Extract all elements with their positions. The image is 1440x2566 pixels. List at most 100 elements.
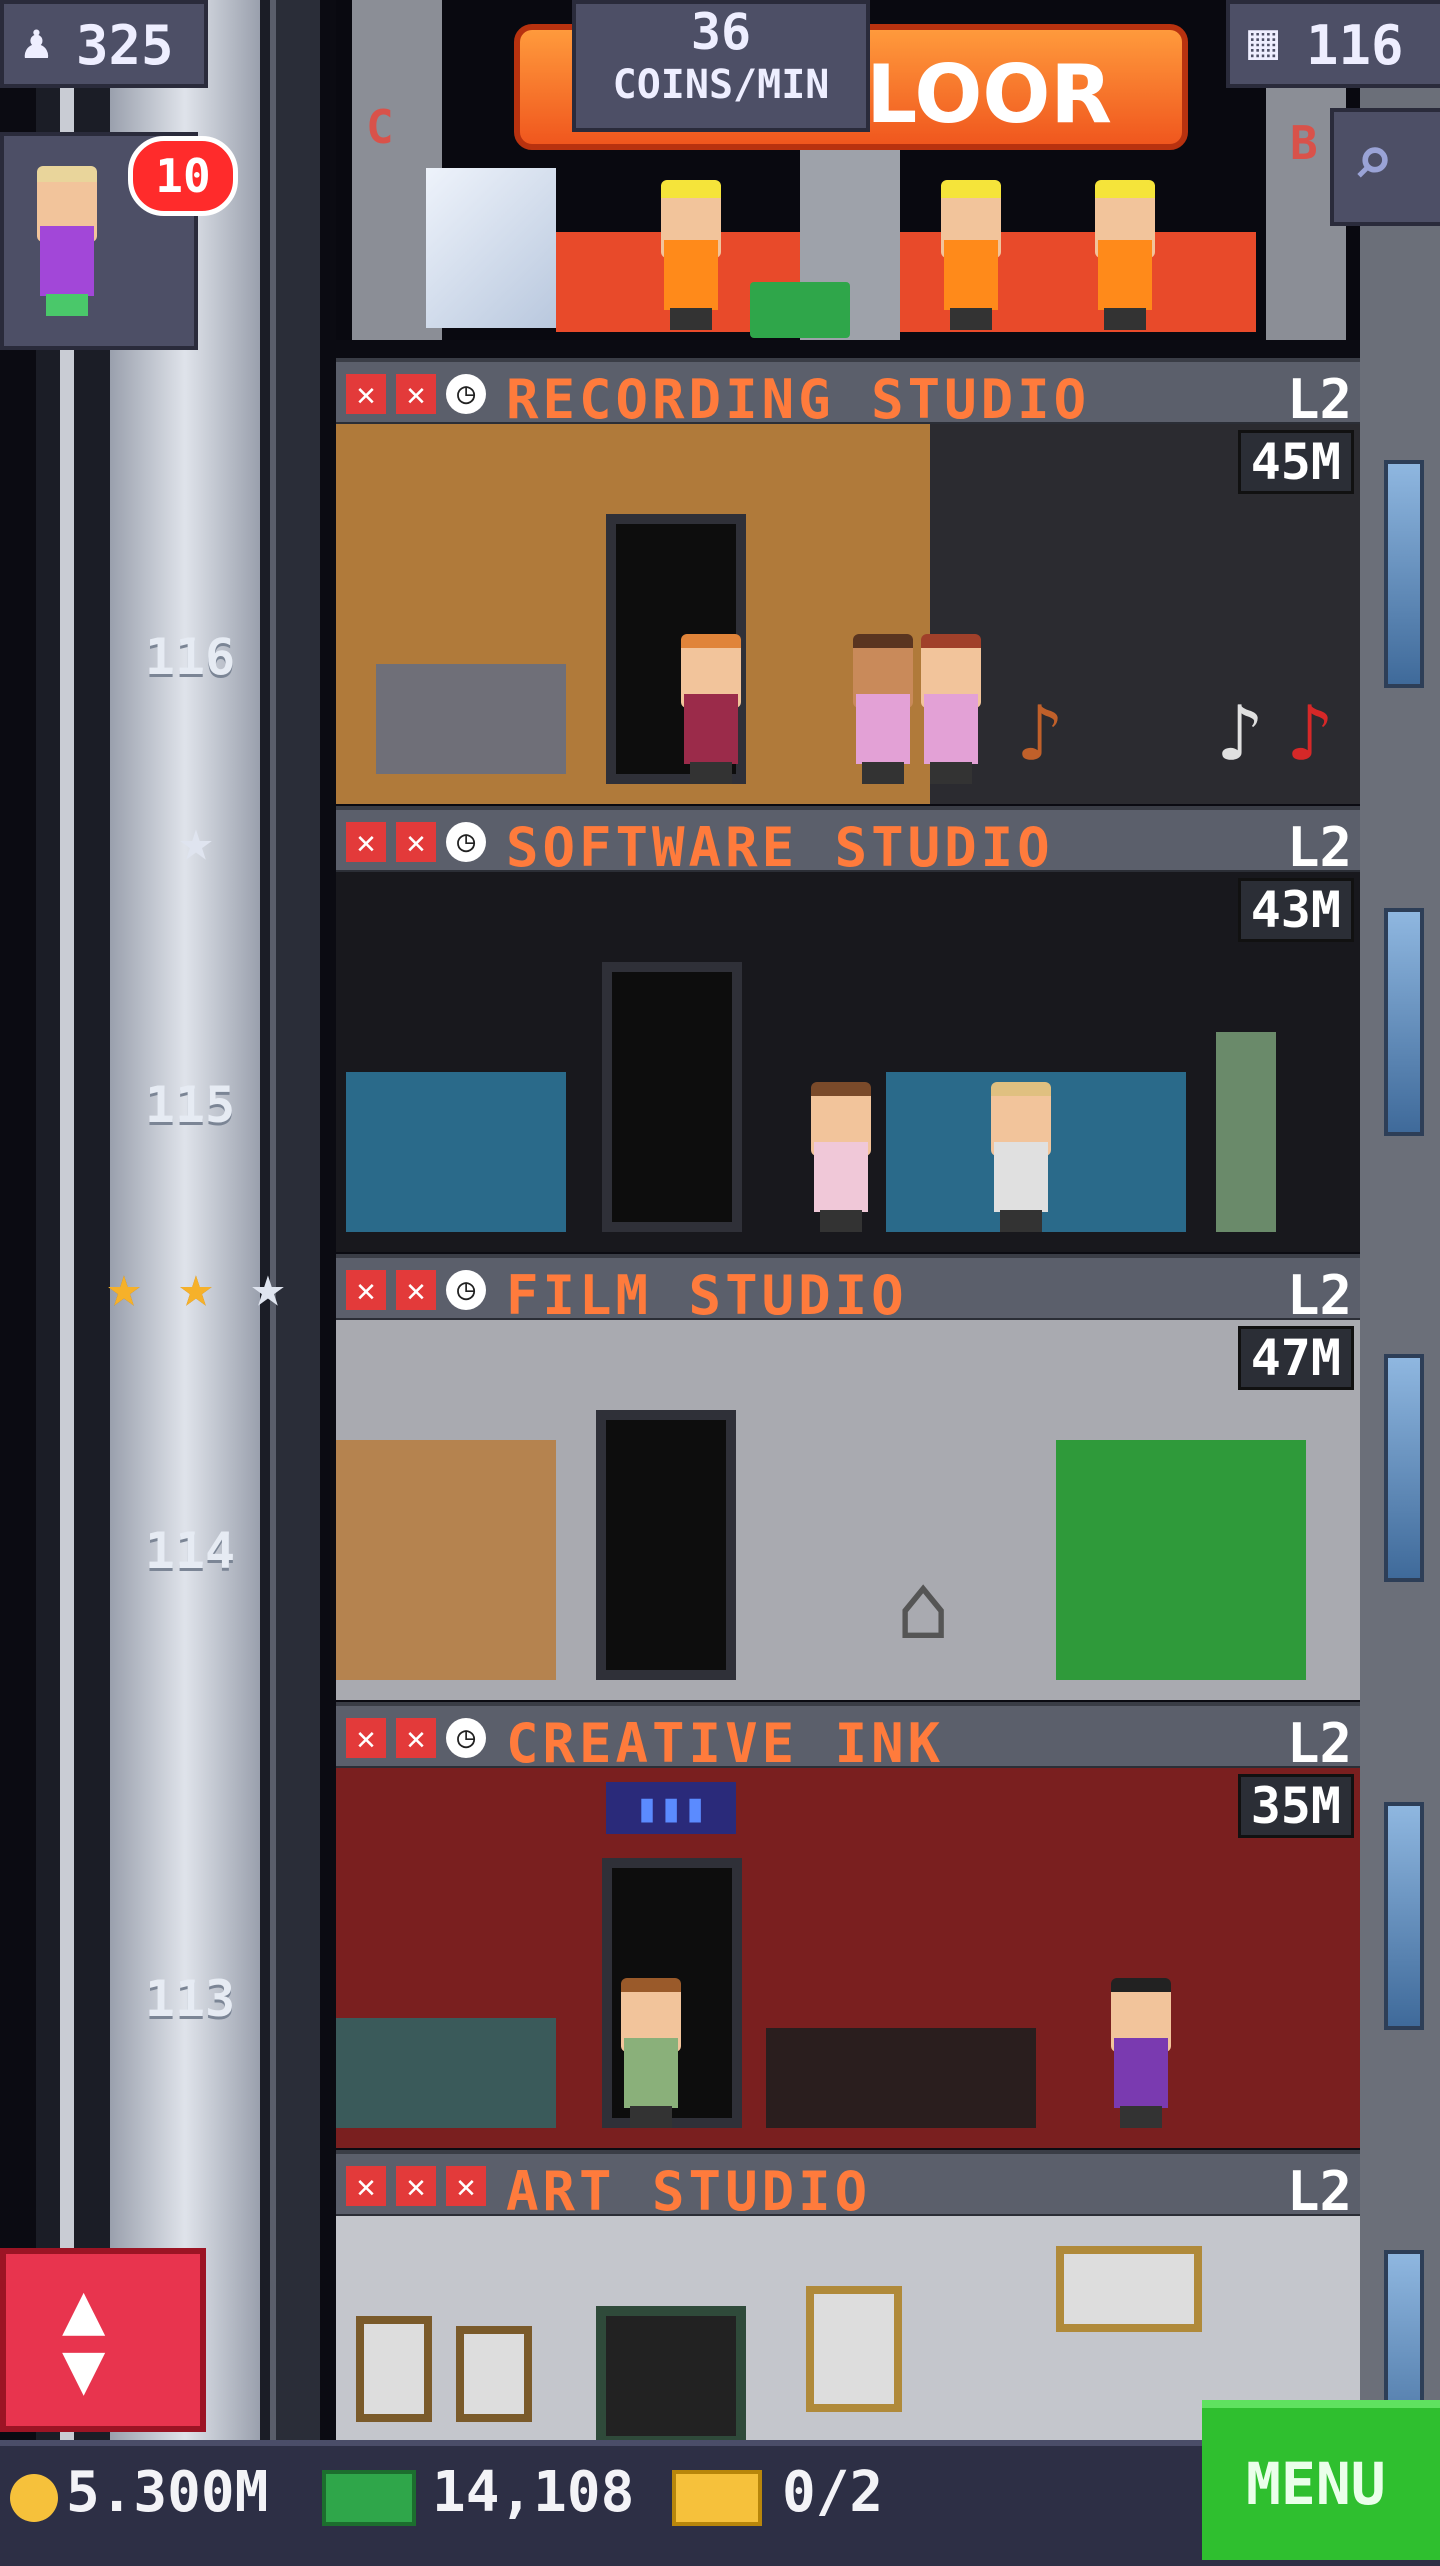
- elevator-rail: [60, 0, 74, 2440]
- floor-level: L2: [1286, 368, 1352, 431]
- bitizen[interactable]: [1106, 1978, 1176, 2128]
- painting: [1056, 2246, 1202, 2332]
- elevator-call-button[interactable]: ▲ ▼: [0, 2248, 206, 2432]
- doorway: [596, 2306, 746, 2446]
- floor-header: ✕ ✕ ◷ SOFTWARE STUDIO L2: [336, 806, 1360, 879]
- sofa: [766, 2028, 1036, 2128]
- stock-empty-icon: ✕: [396, 1270, 436, 1310]
- star-icon: ★: [106, 1252, 142, 1320]
- building-icon: ▦: [1248, 12, 1279, 70]
- floor-name: FILM STUDIO: [506, 1264, 908, 1327]
- building-edge: [1360, 0, 1440, 2440]
- floor-header: ✕ ✕ ◷ CREATIVE INK L2: [336, 1702, 1360, 1775]
- window: [1384, 1354, 1424, 1582]
- star-icon: ★: [178, 1252, 214, 1320]
- bitizen[interactable]: [806, 1082, 876, 1232]
- elevator-floor-label: 115: [144, 1076, 236, 1134]
- coins-per-min-value: 36: [690, 3, 752, 61]
- coins-per-min-label: COINS/MIN: [612, 62, 830, 108]
- floor-creative-ink[interactable]: ✕ ✕ ◷ CREATIVE INK L2 35M ▮▮▮: [336, 1702, 1360, 2148]
- painting: [456, 2326, 532, 2422]
- floor-header: ✕ ✕ ✕ ART STUDIO L2: [336, 2150, 1360, 2223]
- construction-letter: B: [1290, 116, 1318, 170]
- magnifier-icon: ⌕: [1352, 120, 1395, 202]
- painting: [356, 2316, 432, 2422]
- population-counter[interactable]: ♟ 325: [0, 0, 208, 88]
- clock-icon: ◷: [446, 1718, 486, 1758]
- camera-icon: ⌂: [896, 1555, 951, 1660]
- floor-name: SOFTWARE STUDIO: [506, 816, 1054, 879]
- stock-empty-icon: ✕: [396, 822, 436, 862]
- notification-badge: 10: [128, 136, 238, 216]
- stock-empty-icon: ✕: [346, 1718, 386, 1758]
- ink-sign: ▮▮▮: [606, 1782, 736, 1834]
- restock-timer: 45M: [1237, 430, 1354, 494]
- door: [596, 1410, 736, 1680]
- elevator-rail: [270, 0, 320, 2440]
- bitizen[interactable]: [616, 1978, 686, 2128]
- floor-count-value: 116: [1306, 14, 1404, 77]
- stock-empty-icon: ✕: [346, 374, 386, 414]
- ticket-icon: [672, 2470, 762, 2526]
- menu-label: MENU: [1246, 2450, 1386, 2518]
- floor-recording-studio[interactable]: ✕ ✕ ◷ RECORDING STUDIO L2 45M ♪ ♪ ♪: [336, 358, 1360, 804]
- floor-level: L2: [1286, 1712, 1352, 1775]
- bitizen[interactable]: [848, 634, 918, 784]
- clock-icon: ◷: [446, 374, 486, 414]
- coin-icon: [10, 2474, 58, 2522]
- restock-timer: 47M: [1237, 1326, 1354, 1390]
- construction-worker: [656, 180, 726, 330]
- search-button[interactable]: ⌕: [1330, 108, 1440, 226]
- floor-header: ✕ ✕ ◷ RECORDING STUDIO L2: [336, 358, 1360, 431]
- green-screen: [1056, 1440, 1306, 1680]
- tickets-value: 0/2: [782, 2460, 884, 2525]
- restock-timer: 43M: [1237, 878, 1354, 942]
- elevator-floor-label: 113: [144, 1970, 236, 2028]
- floor-interior: ▮▮▮: [336, 1768, 1360, 2148]
- bitizen[interactable]: [676, 634, 746, 784]
- floor-header: ✕ ✕ ◷ FILM STUDIO L2: [336, 1254, 1360, 1327]
- stock-empty-icon: ✕: [446, 2166, 486, 2206]
- clock-icon: ◷: [446, 1270, 486, 1310]
- window: [1384, 460, 1424, 688]
- up-down-arrows-icon: ▲ ▼: [62, 2266, 106, 2410]
- mixing-desk: [376, 664, 566, 774]
- stock-empty-icon: ✕: [396, 2166, 436, 2206]
- bux-value: 14,108: [432, 2460, 635, 2525]
- floor-counter[interactable]: ▦ 116: [1226, 0, 1440, 88]
- person-icon: ♟: [22, 14, 51, 70]
- guitar-icon: ♪: [1016, 687, 1065, 780]
- floor-interior: ♪ ♪ ♪: [336, 424, 1360, 804]
- floor-software-studio[interactable]: ✕ ✕ ◷ SOFTWARE STUDIO L2 43M: [336, 806, 1360, 1252]
- elevator-cab[interactable]: [110, 0, 260, 2440]
- window: [1384, 908, 1424, 1136]
- wooden-doors: [336, 1440, 556, 1680]
- floor-level: L2: [1286, 2160, 1352, 2223]
- construction-worker: [936, 180, 1006, 330]
- floor-interior: ⌂: [336, 1320, 1360, 1700]
- bitizen[interactable]: [986, 1082, 1056, 1232]
- construction-worker: [1090, 180, 1160, 330]
- construction-letter: C: [366, 100, 394, 154]
- door: [602, 962, 742, 1232]
- floor-art-studio[interactable]: ✕ ✕ ✕ ART STUDIO L2: [336, 2150, 1360, 2446]
- guitar-icon: ♪: [1216, 687, 1265, 780]
- population-value: 325: [76, 14, 174, 77]
- floor-film-studio[interactable]: ✕ ✕ ◷ FILM STUDIO L2 47M ⌂: [336, 1254, 1360, 1700]
- stock-empty-icon: ✕: [346, 2166, 386, 2206]
- painting: [806, 2286, 902, 2412]
- floor-name: RECORDING STUDIO: [506, 368, 1091, 431]
- bitizen-avatar: [32, 166, 102, 316]
- visitor-notification[interactable]: 10: [0, 132, 238, 350]
- star-icon: ★: [250, 1252, 286, 1320]
- bitizen[interactable]: [916, 634, 986, 784]
- clock-icon: ◷: [446, 822, 486, 862]
- window: [1384, 1802, 1424, 2030]
- elevator-floor-label: 116: [144, 628, 236, 686]
- menu-button[interactable]: MENU: [1202, 2400, 1440, 2560]
- floor-name: CREATIVE INK: [506, 1712, 945, 1775]
- stock-empty-icon: ✕: [346, 1270, 386, 1310]
- guitar-icon: ♪: [1286, 687, 1335, 780]
- stock-empty-icon: ✕: [346, 822, 386, 862]
- floor-level: L2: [1286, 1264, 1352, 1327]
